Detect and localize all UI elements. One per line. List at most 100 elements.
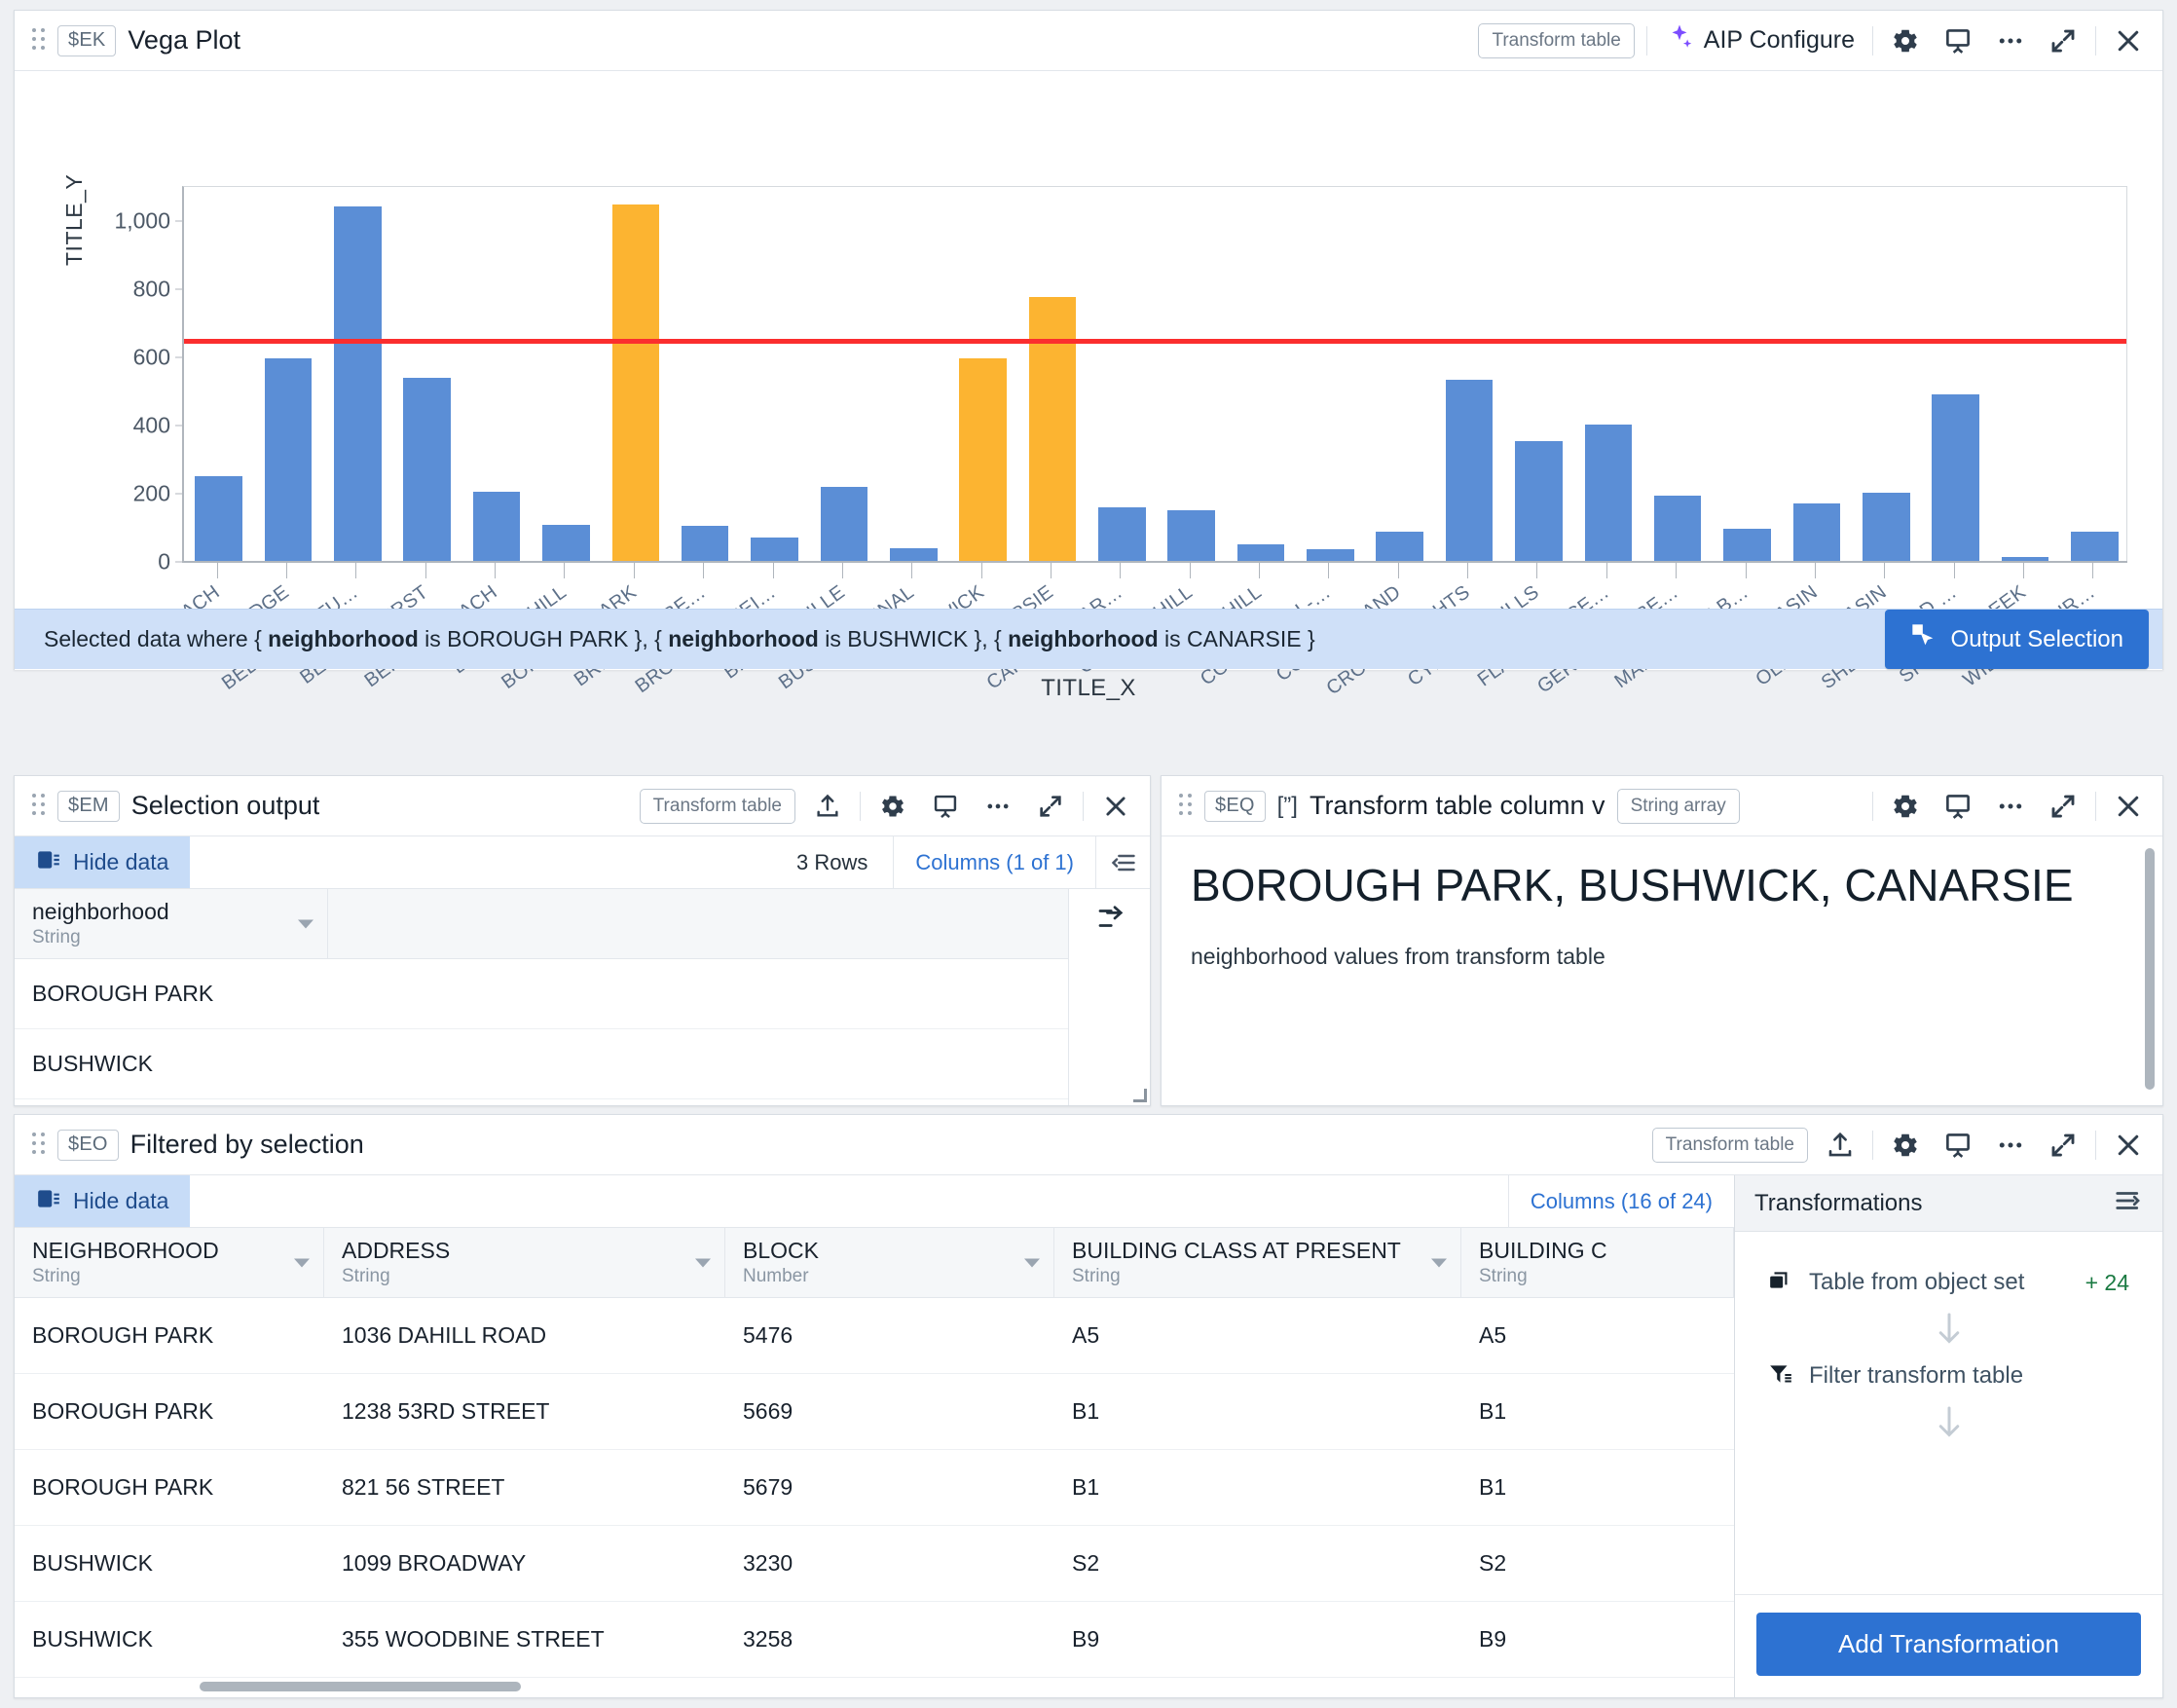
- chart-bar[interactable]: [1028, 296, 1077, 561]
- chevron-down-icon[interactable]: [1024, 1258, 1040, 1267]
- chart-bar[interactable]: [1792, 503, 1841, 561]
- transform-table-pill[interactable]: Transform table: [1478, 22, 1635, 58]
- drag-handle-icon[interactable]: [1179, 793, 1193, 819]
- chart-bar[interactable]: [542, 525, 590, 561]
- more-options-icon[interactable]: [978, 786, 1018, 827]
- chart-bar[interactable]: [195, 475, 242, 561]
- chart-bar[interactable]: [1098, 506, 1146, 561]
- cell-neighborhood: BOROUGH PARK: [32, 1398, 214, 1424]
- chart-bar[interactable]: [1307, 548, 1354, 561]
- selection-output-panel: $EM Selection output Transform table Hid…: [14, 775, 1151, 1106]
- more-options-icon[interactable]: [1990, 20, 2031, 61]
- expand-icon[interactable]: [2043, 786, 2084, 827]
- chart-bar[interactable]: [681, 526, 729, 561]
- close-icon[interactable]: [2108, 786, 2149, 827]
- chart-bar[interactable]: [1862, 493, 1910, 561]
- gear-icon[interactable]: [1885, 20, 1926, 61]
- chart-bar[interactable]: [2071, 532, 2119, 561]
- chart-bar[interactable]: [1723, 528, 1771, 561]
- panel-toggle-icon[interactable]: [2114, 1186, 2143, 1220]
- close-icon[interactable]: [2108, 20, 2149, 61]
- chevron-down-icon[interactable]: [294, 1258, 310, 1267]
- chart-bar[interactable]: [1167, 510, 1215, 561]
- table-row[interactable]: BUSHWICK 355 WOODBINE STREET 3258 B9 B9: [15, 1602, 1734, 1678]
- presentation-icon[interactable]: [1937, 786, 1978, 827]
- drag-handle-icon[interactable]: [32, 1132, 46, 1158]
- column-header-block[interactable]: BLOCK Number: [725, 1228, 1054, 1297]
- upload-icon[interactable]: [1820, 1125, 1861, 1166]
- cell-building-class-at-present: A5: [1072, 1322, 1100, 1348]
- upload-icon[interactable]: [807, 786, 848, 827]
- gear-icon[interactable]: [1885, 786, 1926, 827]
- column-header-address[interactable]: ADDRESS String: [324, 1228, 725, 1297]
- chart-bar[interactable]: [1932, 393, 1979, 561]
- presentation-icon[interactable]: [925, 786, 966, 827]
- more-options-icon[interactable]: [1990, 786, 2031, 827]
- chevron-down-icon[interactable]: [695, 1258, 711, 1267]
- chart-bar[interactable]: [751, 538, 798, 561]
- chart-bar[interactable]: [334, 206, 382, 561]
- cell-address: 1036 DAHILL ROAD: [342, 1322, 547, 1348]
- presentation-icon[interactable]: [1937, 1125, 1978, 1166]
- chart-bar[interactable]: [1584, 425, 1633, 561]
- vertical-scrollbar[interactable]: [2145, 848, 2155, 1090]
- horizontal-scrollbar[interactable]: [200, 1682, 521, 1691]
- vega-chart[interactable]: TITLE_Y TITLE_X 02004006008001,000 BATH …: [15, 71, 2162, 701]
- expand-icon[interactable]: [1030, 786, 1071, 827]
- column-header-neighborhood[interactable]: NEIGHBORHOOD String: [15, 1228, 324, 1297]
- table-row[interactable]: BOROUGH PARK 821 56 STREET 5679 B1 B1: [15, 1450, 1734, 1526]
- more-options-icon[interactable]: [1990, 1125, 2031, 1166]
- table-row[interactable]: BUSHWICK 1099 BROADWAY 3230 S2 S2: [15, 1526, 1734, 1602]
- close-icon[interactable]: [1095, 786, 1136, 827]
- hide-data-button[interactable]: Hide data: [15, 836, 191, 888]
- presentation-icon[interactable]: [1937, 20, 1978, 61]
- chart-bar[interactable]: [611, 204, 660, 561]
- chart-bar[interactable]: [959, 357, 1007, 561]
- transformation-item[interactable]: Filter transform table: [1735, 1355, 2162, 1397]
- table-row[interactable]: BUSHWICK: [15, 1029, 1150, 1099]
- chevron-down-icon[interactable]: [298, 919, 314, 928]
- gear-icon[interactable]: [872, 786, 913, 827]
- resize-handle[interactable]: [1133, 1089, 1147, 1102]
- expand-columns-icon[interactable]: [1069, 889, 1150, 947]
- cell-neighborhood: BOROUGH PARK: [32, 1474, 214, 1500]
- chevron-down-icon[interactable]: [1431, 1258, 1447, 1267]
- chart-bar[interactable]: [1653, 495, 1702, 561]
- chart-bar[interactable]: [1515, 440, 1563, 561]
- string-array-pill[interactable]: String array: [1616, 788, 1740, 824]
- expand-icon[interactable]: [2043, 20, 2084, 61]
- column-header-building-class[interactable]: BUILDING C String: [1461, 1228, 1734, 1297]
- selection-clause-2: is BUSHWICK }, {: [818, 626, 1009, 651]
- chart-bar[interactable]: [1236, 544, 1285, 561]
- transform-table-pill[interactable]: Transform table: [639, 788, 795, 824]
- aip-configure-button[interactable]: AIP Configure: [1659, 22, 1861, 58]
- close-icon[interactable]: [2108, 1125, 2149, 1166]
- drag-handle-icon[interactable]: [32, 27, 46, 54]
- selection-output-grid[interactable]: neighborhood String BOROUGH PARK BUSHWIC…: [15, 889, 1150, 1107]
- selection-banner: Selected data where { neighborhood is BO…: [15, 609, 2162, 669]
- chart-bar[interactable]: [889, 547, 938, 561]
- filtered-grid-area[interactable]: Hide data Columns (16 of 24) NEIGHBORHOO…: [15, 1175, 1734, 1697]
- chart-bar[interactable]: [1376, 532, 1423, 561]
- chart-bar[interactable]: [472, 491, 521, 561]
- chart-bar[interactable]: [820, 486, 868, 561]
- add-transformation-button[interactable]: Add Transformation: [1756, 1613, 2141, 1676]
- collapse-panel-icon[interactable]: [1095, 836, 1150, 888]
- transform-table-pill[interactable]: Transform table: [1651, 1127, 1808, 1163]
- chart-bar[interactable]: [403, 377, 451, 561]
- gear-icon[interactable]: [1885, 1125, 1926, 1166]
- expand-icon[interactable]: [2043, 1125, 2084, 1166]
- transformation-item[interactable]: Table from object set + 24: [1735, 1261, 2162, 1304]
- column-header-neighborhood[interactable]: neighborhood String: [15, 889, 328, 958]
- columns-selector[interactable]: Columns (1 of 1): [893, 836, 1095, 888]
- table-row[interactable]: BOROUGH PARK 1238 53RD STREET 5669 B1 B1: [15, 1374, 1734, 1450]
- output-selection-button[interactable]: Output Selection: [1884, 610, 2149, 669]
- hide-data-button[interactable]: Hide data: [15, 1175, 191, 1227]
- table-row[interactable]: BOROUGH PARK 1036 DAHILL ROAD 5476 A5 A5: [15, 1298, 1734, 1374]
- drag-handle-icon[interactable]: [32, 793, 46, 819]
- columns-selector[interactable]: Columns (16 of 24): [1507, 1175, 1734, 1227]
- chart-bar[interactable]: [264, 357, 313, 561]
- chart-bar[interactable]: [1445, 379, 1494, 561]
- column-header-building-class-at-present[interactable]: BUILDING CLASS AT PRESENT String: [1054, 1228, 1461, 1297]
- table-row[interactable]: BOROUGH PARK: [15, 959, 1150, 1029]
